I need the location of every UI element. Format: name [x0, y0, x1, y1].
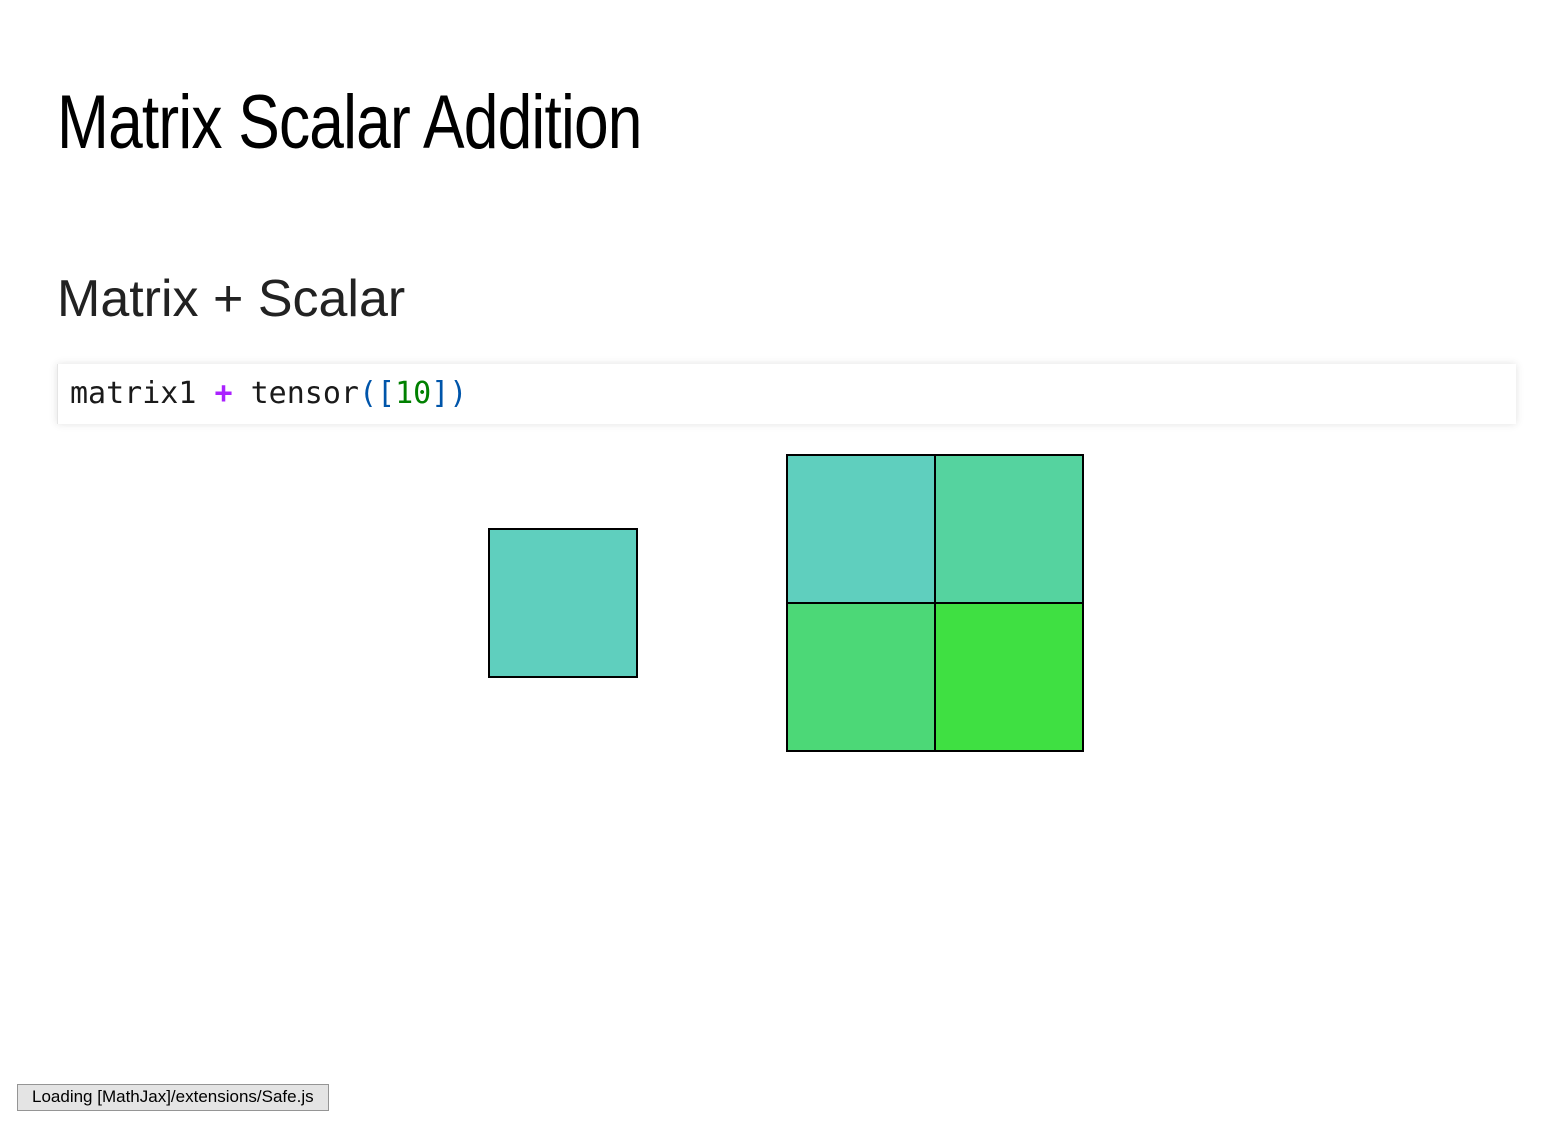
code-token-open-bracket: ([ [359, 376, 396, 411]
result-matrix-cell-1-1 [934, 602, 1084, 752]
mathjax-loading-status: Loading [MathJax]/extensions/Safe.js [17, 1084, 329, 1111]
section-heading: Matrix + Scalar [57, 270, 406, 328]
scalar-tensor [488, 528, 638, 678]
code-line[interactable]: matrix1 + tensor([10]) [70, 377, 467, 411]
code-token-function: tensor [250, 376, 359, 411]
page-title: Matrix Scalar Addition [57, 80, 642, 165]
result-matrix-cell-0-0 [786, 454, 936, 604]
code-token-number: 10 [395, 376, 432, 411]
tensor-visualization [488, 454, 1084, 752]
code-token-variable: matrix1 [70, 376, 197, 411]
code-token-close-bracket: ]) [431, 376, 468, 411]
code-cell[interactable]: matrix1 + tensor([10]) [57, 364, 1516, 424]
cell-output [0, 424, 1561, 784]
result-matrix-cell-0-1 [934, 454, 1084, 604]
scalar-tensor-cell-0-0 [488, 528, 638, 678]
code-token-operator: + [214, 376, 233, 411]
result-matrix-cell-1-0 [786, 602, 936, 752]
result-matrix [786, 454, 1084, 752]
